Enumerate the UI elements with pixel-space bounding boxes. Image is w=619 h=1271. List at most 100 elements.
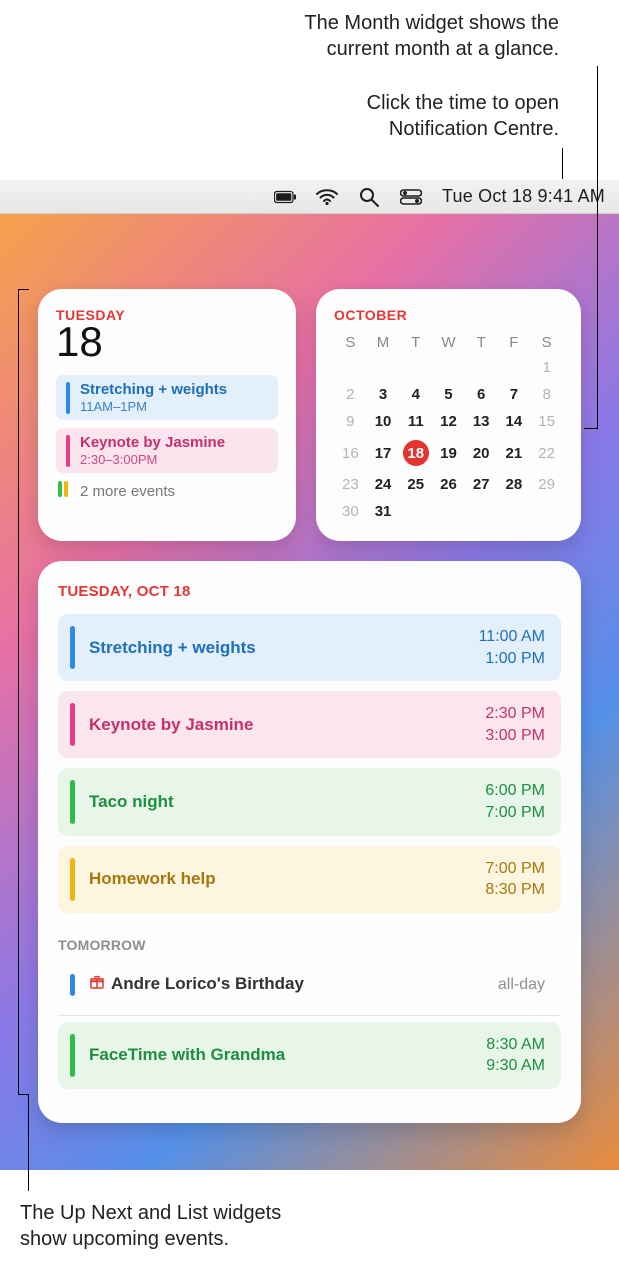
event-title: Homework help — [89, 869, 485, 889]
month-day[interactable]: 11 — [399, 408, 432, 435]
month-widget[interactable]: October S M T W T F S 123456789101112131… — [316, 289, 581, 541]
battery-icon[interactable] — [274, 186, 296, 208]
upnext-widget[interactable]: Tuesday 18 Stretching + weights 11AM–1PM… — [38, 289, 296, 541]
event-title: Stretching + weights — [89, 638, 479, 658]
month-day[interactable]: 29 — [530, 471, 563, 498]
event-time-end: 1:00 PM — [479, 648, 545, 670]
event-color-bar — [70, 858, 75, 901]
month-day[interactable]: 12 — [432, 408, 465, 435]
month-day[interactable]: 23 — [334, 471, 367, 498]
list-event[interactable]: FaceTime with Grandma 8:30 AM 9:30 AM — [58, 1022, 561, 1089]
upnext-event[interactable]: Stretching + weights 11AM–1PM — [56, 375, 278, 420]
callout-clock: Click the time to open Notification Cent… — [367, 90, 559, 142]
more-events-label: 2 more events — [80, 483, 175, 500]
month-day[interactable]: 22 — [530, 435, 563, 471]
month-day[interactable]: 8 — [530, 381, 563, 408]
month-day — [465, 354, 498, 381]
wifi-icon[interactable] — [316, 186, 338, 208]
month-day[interactable]: 13 — [465, 408, 498, 435]
dow-header: T — [465, 331, 498, 354]
event-title: FaceTime with Grandma — [89, 1045, 486, 1065]
upnext-event[interactable]: Keynote by Jasmine 2:30–3:00PM — [56, 428, 278, 473]
desktop: Tuesday 18 Stretching + weights 11AM–1PM… — [0, 214, 619, 1170]
month-day[interactable]: 26 — [432, 471, 465, 498]
callout-text: show upcoming events. — [20, 1226, 281, 1252]
callout-bracket — [18, 289, 19, 1095]
month-day[interactable]: 24 — [367, 471, 400, 498]
month-day — [465, 498, 498, 525]
list-widget[interactable]: Tuesday, Oct 18 Stretching + weights 11:… — [38, 561, 581, 1123]
month-day[interactable]: 7 — [498, 381, 531, 408]
event-time: 2:30–3:00PM — [80, 452, 225, 467]
birthday-icon — [89, 974, 105, 995]
list-event[interactable]: Homework help 7:00 PM 8:30 PM — [58, 846, 561, 913]
month-today[interactable]: 18 — [403, 440, 429, 466]
month-day[interactable]: 2 — [334, 381, 367, 408]
event-color-bar — [70, 974, 75, 996]
event-time-start: 7:00 PM — [485, 858, 545, 880]
month-day[interactable]: 30 — [334, 498, 367, 525]
month-day[interactable]: 14 — [498, 408, 531, 435]
month-day[interactable]: 25 — [399, 471, 432, 498]
dow-header: S — [530, 331, 563, 354]
event-title-text: Andre Lorico's Birthday — [111, 974, 304, 993]
event-color-bar — [70, 1034, 75, 1077]
event-time-end: 8:30 PM — [485, 879, 545, 901]
month-day[interactable]: 21 — [498, 435, 531, 471]
month-day — [399, 498, 432, 525]
month-day[interactable]: 5 — [432, 381, 465, 408]
event-color-bar — [70, 780, 75, 823]
list-event[interactable]: Taco night 6:00 PM 7:00 PM — [58, 768, 561, 835]
month-day[interactable]: 19 — [432, 435, 465, 471]
event-time-end: 7:00 PM — [485, 802, 545, 824]
month-day[interactable]: 18 — [399, 435, 432, 471]
month-day[interactable]: 1 — [530, 354, 563, 381]
leader-line — [597, 66, 598, 428]
list-section-title: Tomorrow — [58, 937, 561, 953]
leader-line — [584, 428, 598, 429]
menubar-clock[interactable]: Tue Oct 18 9:41 AM — [442, 186, 605, 207]
event-title: Keynote by Jasmine — [89, 715, 485, 735]
month-day[interactable]: 15 — [530, 408, 563, 435]
month-day — [498, 354, 531, 381]
widget-area: Tuesday 18 Stretching + weights 11AM–1PM… — [38, 289, 581, 1123]
event-time-end: 9:30 AM — [486, 1055, 545, 1077]
dow-header: W — [432, 331, 465, 354]
event-color-bar — [70, 703, 75, 746]
widget-row: Tuesday 18 Stretching + weights 11AM–1PM… — [38, 289, 581, 541]
month-day[interactable]: 4 — [399, 381, 432, 408]
month-day[interactable]: 10 — [367, 408, 400, 435]
month-day[interactable]: 16 — [334, 435, 367, 471]
event-title: Keynote by Jasmine — [80, 434, 225, 451]
month-day — [399, 354, 432, 381]
list-event[interactable]: Stretching + weights 11:00 AM 1:00 PM — [58, 614, 561, 681]
callout-list: The Up Next and List widgets show upcomi… — [20, 1200, 281, 1252]
month-day[interactable]: 20 — [465, 435, 498, 471]
callout-text: The Up Next and List widgets — [20, 1200, 281, 1226]
event-times: 2:30 PM 3:00 PM — [485, 703, 545, 746]
dow-header: M — [367, 331, 400, 354]
search-icon[interactable] — [358, 186, 380, 208]
event-time-start: 11:00 AM — [479, 626, 545, 648]
event-time-start: 6:00 PM — [485, 780, 545, 802]
event-title: Andre Lorico's Birthday — [89, 974, 498, 995]
control-center-icon[interactable] — [400, 186, 422, 208]
event-time-end: 3:00 PM — [485, 725, 545, 747]
upnext-more-events[interactable]: 2 more events — [56, 481, 278, 501]
month-day[interactable]: 6 — [465, 381, 498, 408]
event-times: all-day — [498, 974, 545, 996]
month-day[interactable]: 9 — [334, 408, 367, 435]
list-event[interactable]: Keynote by Jasmine 2:30 PM 3:00 PM — [58, 691, 561, 758]
month-day[interactable]: 17 — [367, 435, 400, 471]
month-day[interactable]: 27 — [465, 471, 498, 498]
callout-text: Notification Centre. — [367, 116, 559, 142]
dow-header: S — [334, 331, 367, 354]
list-section-title: Tuesday, Oct 18 — [58, 583, 561, 600]
month-day[interactable]: 28 — [498, 471, 531, 498]
month-day[interactable]: 3 — [367, 381, 400, 408]
list-event[interactable]: Andre Lorico's Birthday all-day — [58, 965, 561, 1005]
leader-line — [28, 1095, 29, 1191]
event-title: Stretching + weights — [80, 381, 227, 398]
month-day — [334, 354, 367, 381]
month-day[interactable]: 31 — [367, 498, 400, 525]
